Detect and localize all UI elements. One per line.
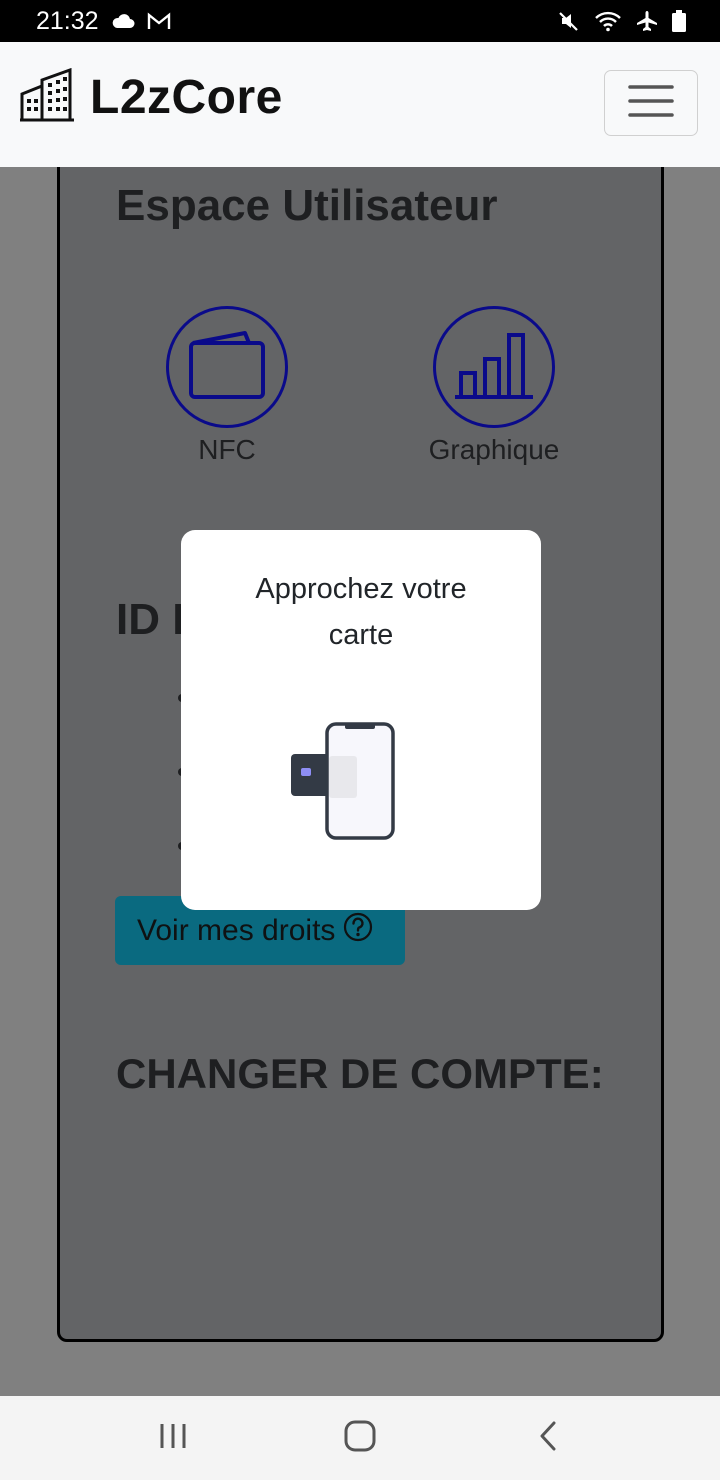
graph-tile[interactable]: Graphique [409, 306, 579, 466]
gmail-icon [147, 12, 171, 30]
modal-message: Approchez votre carte [181, 566, 541, 658]
buildings-icon [20, 67, 74, 127]
page-title: Espace Utilisateur [116, 181, 498, 230]
mute-icon [558, 10, 580, 32]
wifi-icon [594, 10, 622, 32]
airplane-icon [636, 10, 658, 32]
wallet-icon [187, 329, 267, 406]
status-time: 21:32 [36, 6, 99, 35]
nfc-tile-label: NFC [198, 434, 256, 465]
cloud-icon [111, 13, 135, 29]
brand-link[interactable]: L2zCore [20, 67, 283, 127]
switch-account-title: CHANGER DE COMPTE: [116, 1050, 604, 1097]
recent-apps-icon [158, 1423, 188, 1454]
app-navbar: L2zCore [0, 42, 720, 167]
nfc-scan-modal: Approchez votre carte [181, 530, 541, 910]
phone-card-tap-icon [289, 720, 399, 845]
back-button[interactable] [528, 1418, 568, 1458]
battery-icon [672, 10, 686, 32]
nfc-tile[interactable]: NFC [142, 306, 312, 466]
nfc-tile-circle [166, 306, 288, 428]
brand-title: L2zCore [90, 71, 283, 124]
modal-message-line2: carte [328, 619, 394, 651]
menu-toggle-button[interactable] [604, 70, 698, 136]
status-bar-left: 21:32 [36, 7, 171, 36]
system-nav-bar [0, 1396, 720, 1480]
status-bar: 21:32 [0, 0, 720, 42]
hamburger-icon [628, 84, 674, 123]
home-icon [344, 1420, 376, 1457]
home-button[interactable] [340, 1418, 380, 1458]
recent-apps-button[interactable] [153, 1418, 193, 1458]
status-bar-right [558, 10, 686, 32]
question-circle-icon [343, 912, 373, 950]
view-rights-label: Voir mes droits [137, 913, 336, 947]
graph-tile-circle [433, 306, 555, 428]
back-icon [538, 1421, 558, 1456]
bar-chart-icon [455, 329, 533, 406]
modal-message-line1: Approchez votre [255, 573, 467, 605]
graph-tile-label: Graphique [428, 434, 560, 465]
